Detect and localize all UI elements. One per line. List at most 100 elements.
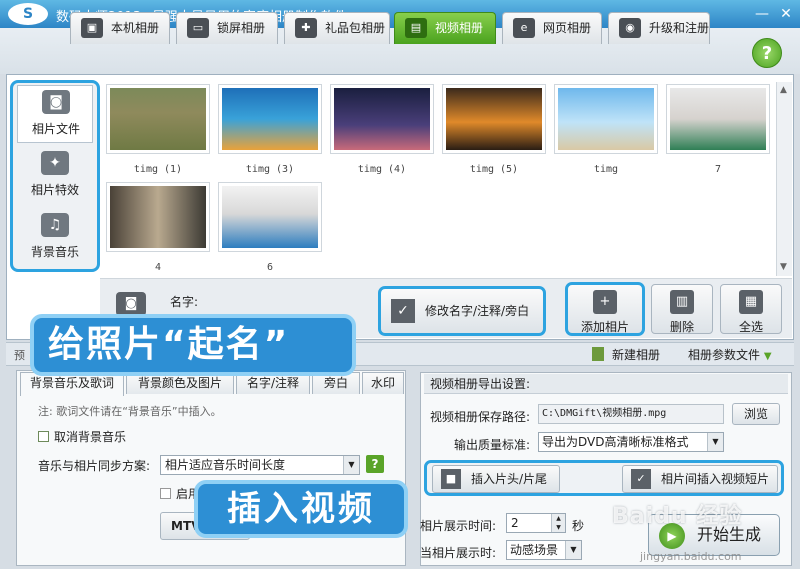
scroll-up-icon[interactable]: ▲ xyxy=(780,85,787,95)
quality-select[interactable]: 导出为DVD高清晰标准格式 ▼ xyxy=(538,432,724,452)
photo-thumbnail[interactable] xyxy=(106,182,210,252)
gift-icon: ✚ xyxy=(295,18,317,38)
photo-thumbnail[interactable] xyxy=(218,182,322,252)
minimize-button[interactable]: — xyxy=(752,4,772,24)
sync-help-button[interactable]: ? xyxy=(366,455,384,473)
camera-icon: ◙ xyxy=(42,90,70,114)
sidebar-item-background-music[interactable]: ♫ 背景音乐 xyxy=(17,209,93,267)
photo-thumbnail[interactable] xyxy=(106,84,210,154)
checkbox-icon[interactable] xyxy=(160,488,171,499)
checkmark-icon: ✓ xyxy=(391,299,415,323)
spinner-arrows-icon[interactable]: ▲ ▼ xyxy=(551,514,565,532)
insert-clip-label: 相片间插入视频短片 xyxy=(661,472,770,486)
insert-intro-outro-button[interactable]: ■ 插入片头/片尾 xyxy=(432,465,560,493)
tab-video-album[interactable]: ▤ 视频相册 xyxy=(394,12,496,44)
save-path-label: 视频相册保存路径: xyxy=(430,410,531,424)
scroll-down-icon[interactable]: ▼ xyxy=(780,262,787,272)
checkbox-icon[interactable] xyxy=(38,431,49,442)
sync-select[interactable]: 相片适应音乐时间长度 ▼ xyxy=(160,455,360,475)
photo-thumbnail[interactable] xyxy=(666,84,770,154)
photo-item[interactable]: timg (4) xyxy=(330,84,434,175)
select-all-label: 全选 xyxy=(738,320,763,334)
photo-item[interactable]: timg (5) xyxy=(442,84,546,175)
photo-item[interactable]: 4 xyxy=(106,182,210,273)
close-button[interactable]: ✕ xyxy=(776,4,796,24)
photo-gallery: timg (1) timg (3) timg (4) timg (5) timg… xyxy=(104,82,774,278)
computer-icon: ▣ xyxy=(81,18,103,38)
album-params-label: 相册参数文件 xyxy=(688,348,761,362)
tab-watermark[interactable]: 水印 xyxy=(362,372,404,394)
trash-icon: ▥ xyxy=(670,290,694,314)
tab-label: 视频相册 xyxy=(435,21,484,35)
effects-icon: ✦ xyxy=(41,151,69,175)
baidu-watermark: Baidu 经验 xyxy=(612,504,743,529)
film-icon: ▤ xyxy=(405,18,427,38)
quality-label: 输出质量标准: xyxy=(454,438,531,452)
transition-value: 动感场景 xyxy=(510,543,559,557)
quality-value: 导出为DVD高清晰标准格式 xyxy=(542,435,689,449)
chevron-down-icon[interactable]: ▼ xyxy=(565,541,581,559)
document-icon xyxy=(592,347,604,361)
sidebar-item-label: 相片特效 xyxy=(30,183,79,197)
add-photo-button[interactable]: + 添加相片 xyxy=(565,282,645,336)
tab-web-album[interactable]: e 网页相册 xyxy=(502,12,602,44)
tab-local-album[interactable]: ▣ 本机相册 xyxy=(70,12,170,44)
photo-item[interactable]: timg (3) xyxy=(218,84,322,175)
chevron-down-icon[interactable]: ▼ xyxy=(707,433,723,451)
gallery-scrollbar[interactable]: ▲ ▼ xyxy=(776,82,792,276)
sidebar-item-photo-effects[interactable]: ✦ 相片特效 xyxy=(17,147,93,205)
transition-select[interactable]: 动感场景 ▼ xyxy=(506,540,582,560)
tab-label: 本机相册 xyxy=(111,21,160,35)
video-camera-icon: ■ xyxy=(441,469,461,489)
photo-thumbnail[interactable] xyxy=(442,84,546,154)
save-path-field[interactable]: C:\DMGift\视频相册.mpg xyxy=(538,404,724,424)
chevron-down-icon[interactable]: ▼ xyxy=(343,456,359,474)
rename-caption-button[interactable]: ✓ 修改名字/注释/旁白 xyxy=(378,286,546,336)
duration-label: 相片展示时间: xyxy=(420,519,497,533)
browse-button[interactable]: 浏览 xyxy=(732,403,780,425)
photo-item[interactable]: timg xyxy=(554,84,658,175)
help-button[interactable]: ? xyxy=(752,38,782,68)
sidebar: ◙ 相片文件 ✦ 相片特效 ♫ 背景音乐 xyxy=(10,80,100,272)
export-title: 视频相册导出设置: xyxy=(424,374,788,394)
album-params-dropdown[interactable]: 相册参数文件 ▼ xyxy=(688,346,772,363)
insert-video-overlay: 插入视频 xyxy=(194,480,408,538)
transition-label: 当相片展示时: xyxy=(420,546,497,560)
cancel-music-checkbox[interactable]: 取消背景音乐 xyxy=(38,428,126,445)
duration-unit: 秒 xyxy=(572,519,585,533)
photo-item[interactable]: 6 xyxy=(218,182,322,273)
dropdown-arrow-icon: ▼ xyxy=(763,351,772,362)
cancel-music-label: 取消背景音乐 xyxy=(54,430,127,444)
delete-label: 删除 xyxy=(669,320,694,334)
photo-item[interactable]: timg (1) xyxy=(106,84,210,175)
baidu-watermark-url: jingyan.baidu.com xyxy=(640,550,742,563)
sync-label: 音乐与相片同步方案: xyxy=(38,459,151,473)
grid-icon: ▦ xyxy=(739,290,763,314)
new-album-button[interactable]: 新建相册 xyxy=(592,346,660,363)
photo-item[interactable]: 7 xyxy=(666,84,770,175)
delete-button[interactable]: ▥ 删除 xyxy=(651,284,713,334)
sync-value: 相片适应音乐时间长度 xyxy=(165,458,286,472)
insert-intro-label: 插入片头/片尾 xyxy=(471,472,548,486)
photo-thumbnail[interactable] xyxy=(330,84,434,154)
tab-lockscreen-album[interactable]: ▭ 锁屏相册 xyxy=(176,12,278,44)
photo-thumbnail[interactable] xyxy=(218,84,322,154)
photo-caption: 6 xyxy=(266,262,274,273)
insert-video-clip-button[interactable]: ✓ 相片间插入视频短片 xyxy=(622,465,778,493)
tab-label: 升级和注册 xyxy=(649,21,710,35)
photo-caption: timg (1) xyxy=(133,164,183,175)
photo-caption: timg (5) xyxy=(469,164,519,175)
tab-upgrade-register[interactable]: ◉ 升级和注册 xyxy=(608,12,710,44)
duration-stepper[interactable]: 2 ▲ ▼ xyxy=(506,513,566,533)
photo-caption: timg (4) xyxy=(357,164,407,175)
tab-label: 网页相册 xyxy=(543,21,592,35)
photo-caption: timg xyxy=(593,164,619,175)
sidebar-item-photo-files[interactable]: ◙ 相片文件 xyxy=(17,85,93,143)
lyrics-note: 注: 歌词文件请在“背景音乐”中插入。 xyxy=(38,405,222,418)
checkmark-icon: ✓ xyxy=(631,469,651,489)
photo-caption: 4 xyxy=(154,262,162,273)
photo-thumbnail[interactable] xyxy=(554,84,658,154)
add-photo-label: 添加相片 xyxy=(580,320,629,334)
tab-gift-album[interactable]: ✚ 礼品包相册 xyxy=(284,12,390,44)
select-all-button[interactable]: ▦ 全选 xyxy=(720,284,782,334)
